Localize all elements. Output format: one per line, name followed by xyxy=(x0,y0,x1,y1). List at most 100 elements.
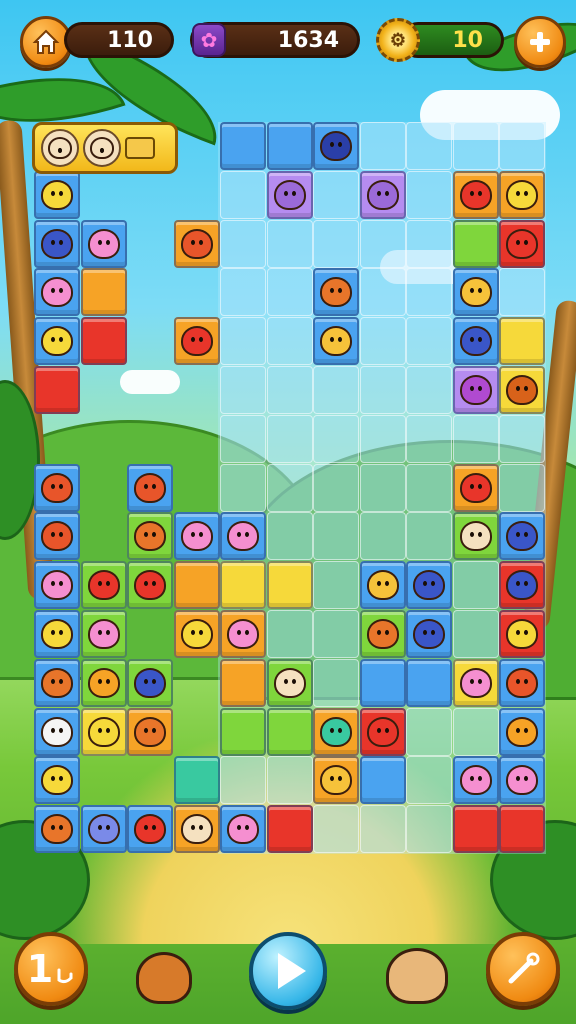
game-tile[interactable] xyxy=(34,756,80,805)
game-tile[interactable] xyxy=(499,756,545,805)
creature-face-icon xyxy=(90,137,114,159)
game-tile[interactable] xyxy=(406,561,452,610)
wand-icon xyxy=(508,952,540,984)
game-tile[interactable] xyxy=(80,317,127,366)
game-tile[interactable] xyxy=(452,512,499,561)
game-tile[interactable] xyxy=(220,610,266,658)
creature-icon xyxy=(41,814,73,845)
game-tile[interactable] xyxy=(499,805,545,854)
game-tile[interactable] xyxy=(127,805,173,854)
empty-cell xyxy=(313,610,359,658)
game-tile[interactable] xyxy=(127,707,173,756)
game-tile[interactable] xyxy=(80,610,127,658)
game-tile[interactable] xyxy=(499,170,545,219)
game-tile[interactable] xyxy=(127,658,173,707)
creature-icon xyxy=(413,570,445,601)
game-tile[interactable] xyxy=(313,707,359,756)
game-tile[interactable] xyxy=(452,658,499,707)
game-tile[interactable] xyxy=(34,658,80,707)
game-tile[interactable] xyxy=(499,219,545,268)
game-tile[interactable] xyxy=(499,512,545,561)
game-tile[interactable] xyxy=(313,268,359,317)
empty-cell xyxy=(499,122,545,170)
game-tile[interactable] xyxy=(220,122,266,170)
game-tile[interactable] xyxy=(34,366,80,414)
game-tile[interactable] xyxy=(220,658,266,707)
game-tile[interactable] xyxy=(127,561,173,610)
game-tile[interactable] xyxy=(173,756,220,805)
game-tile[interactable] xyxy=(406,658,452,707)
game-tile[interactable] xyxy=(452,170,499,219)
game-tile[interactable] xyxy=(452,756,499,805)
add-button[interactable] xyxy=(514,16,566,68)
game-tile[interactable] xyxy=(359,170,406,219)
game-tile[interactable] xyxy=(499,610,545,658)
game-tile[interactable] xyxy=(266,122,313,170)
game-tile[interactable] xyxy=(359,658,406,707)
empty-cell xyxy=(406,512,452,561)
game-tile[interactable] xyxy=(80,658,127,707)
game-tile[interactable] xyxy=(313,317,359,366)
game-tile[interactable] xyxy=(173,561,220,610)
game-tile[interactable] xyxy=(80,219,127,268)
game-tile[interactable] xyxy=(34,561,80,610)
game-tile[interactable] xyxy=(266,805,313,854)
empty-cell xyxy=(359,805,406,854)
game-tile[interactable] xyxy=(34,463,80,512)
game-tile[interactable] xyxy=(266,658,313,707)
game-tile[interactable] xyxy=(127,463,173,512)
game-tile[interactable] xyxy=(266,707,313,756)
game-tile[interactable] xyxy=(220,512,266,561)
creature-icon xyxy=(41,716,73,747)
empty-cell xyxy=(266,610,313,658)
game-tile[interactable] xyxy=(452,805,499,854)
undo-button[interactable]: 1 xyxy=(14,932,88,1006)
game-tile[interactable] xyxy=(452,268,499,317)
game-tile[interactable] xyxy=(499,658,545,707)
game-tile[interactable] xyxy=(359,610,406,658)
empty-cell xyxy=(452,707,499,756)
game-tile[interactable] xyxy=(499,317,545,366)
game-tile[interactable] xyxy=(173,610,220,658)
game-tile[interactable] xyxy=(34,170,80,219)
game-tile[interactable] xyxy=(266,561,313,610)
game-tile[interactable] xyxy=(359,756,406,805)
game-tile[interactable] xyxy=(313,122,359,170)
game-tile[interactable] xyxy=(499,366,545,414)
game-tile[interactable] xyxy=(173,317,220,366)
game-tile[interactable] xyxy=(80,561,127,610)
game-tile[interactable] xyxy=(34,707,80,756)
game-tile[interactable] xyxy=(359,561,406,610)
game-tile[interactable] xyxy=(452,317,499,366)
game-tile[interactable] xyxy=(34,805,80,854)
game-tile[interactable] xyxy=(34,268,80,317)
game-tile[interactable] xyxy=(220,805,266,854)
game-tile[interactable] xyxy=(80,805,127,854)
game-tile[interactable] xyxy=(452,219,499,268)
game-tile[interactable] xyxy=(499,707,545,756)
game-tile[interactable] xyxy=(173,805,220,854)
game-tile[interactable] xyxy=(499,561,545,610)
game-tile[interactable] xyxy=(220,707,266,756)
empty-cell xyxy=(406,463,452,512)
empty-cell xyxy=(266,512,313,561)
game-tile[interactable] xyxy=(173,512,220,561)
game-tile[interactable] xyxy=(34,317,80,366)
game-tile[interactable] xyxy=(34,512,80,561)
game-tile[interactable] xyxy=(313,756,359,805)
play-button[interactable] xyxy=(249,932,327,1010)
hint-wand-button[interactable] xyxy=(486,932,560,1006)
game-tile[interactable] xyxy=(80,707,127,756)
empty-cell xyxy=(359,219,406,268)
game-tile[interactable] xyxy=(127,512,173,561)
game-tile[interactable] xyxy=(34,610,80,658)
game-tile[interactable] xyxy=(406,610,452,658)
game-tile[interactable] xyxy=(452,366,499,414)
game-tile[interactable] xyxy=(34,219,80,268)
game-tile[interactable] xyxy=(452,463,499,512)
game-tile[interactable] xyxy=(359,707,406,756)
game-tile[interactable] xyxy=(220,561,266,610)
game-tile[interactable] xyxy=(80,268,127,317)
game-tile[interactable] xyxy=(266,170,313,219)
game-tile[interactable] xyxy=(173,219,220,268)
